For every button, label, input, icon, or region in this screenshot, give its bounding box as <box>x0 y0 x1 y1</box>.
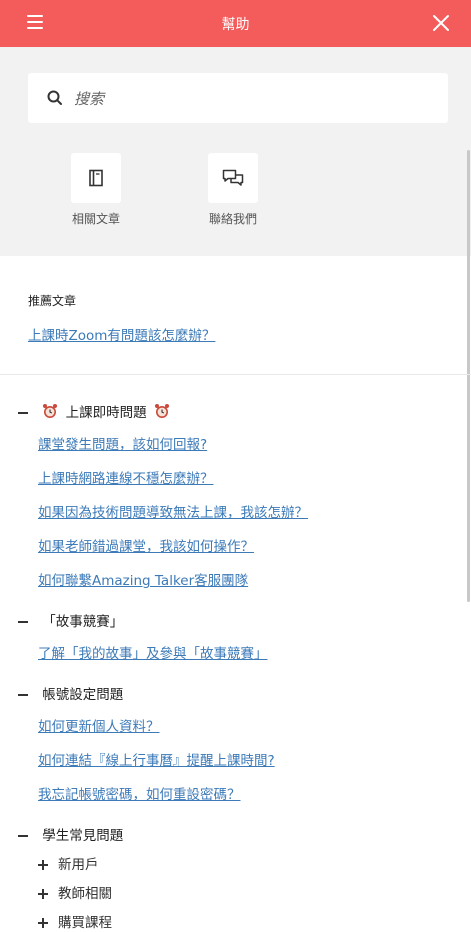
subsection-teachers[interactable]: 教師相關 <box>38 882 112 902</box>
section-header-student-faq[interactable]: 學生常見問題 <box>18 824 123 844</box>
article-link[interactable]: 如果老師錯過課堂，我該如何操作？ <box>38 535 254 555</box>
article-link[interactable]: 上課時網路連線不穩怎麼辦？ <box>38 467 214 487</box>
collapse-icon[interactable] <box>18 621 28 623</box>
section-header-live-class[interactable]: 上課即時問題 <box>18 401 170 421</box>
subsection-title: 教師相關 <box>58 886 112 902</box>
book-icon <box>89 169 103 187</box>
section-title: 帳號設定問題 <box>42 687 124 703</box>
search-input[interactable] <box>72 85 436 113</box>
article-link[interactable]: 如何聯繫Amazing Talker客服團隊 <box>38 569 248 589</box>
related-articles-button[interactable] <box>71 153 121 203</box>
alarm-clock-icon <box>43 404 58 418</box>
expand-icon[interactable] <box>38 889 48 899</box>
search-box[interactable] <box>28 73 448 123</box>
search-icon <box>47 90 62 105</box>
article-link[interactable]: 如何連結『線上行事曆』提醒上課時間? <box>38 749 275 769</box>
expand-icon[interactable] <box>38 860 48 870</box>
recommended-link[interactable]: 上課時Zoom有問題該怎麼辦？ <box>28 324 215 344</box>
subsection-new-users[interactable]: 新用戶 <box>38 853 99 873</box>
section-header-story-contest[interactable]: 「故事競賽」 <box>18 610 123 630</box>
close-icon[interactable] <box>432 14 450 32</box>
subsection-title: 新用戶 <box>58 857 99 873</box>
section-title: 上課即時問題 <box>65 405 147 421</box>
section-title: 學生常見問題 <box>42 828 124 844</box>
divider <box>0 374 471 375</box>
contact-us-label: 聯絡我們 <box>208 212 257 226</box>
scrollbar[interactable] <box>467 150 470 602</box>
article-link[interactable]: 我忘記帳號密碼，如何重設密碼？ <box>38 783 241 803</box>
related-articles-label: 相關文章 <box>71 212 120 226</box>
contact-us-button[interactable] <box>208 153 258 203</box>
expand-icon[interactable] <box>38 918 48 928</box>
chat-bubbles-icon <box>222 169 244 186</box>
subsection-purchase[interactable]: 購買課程 <box>38 911 112 931</box>
article-link[interactable]: 如何更新個人資料？ <box>38 715 160 735</box>
recommended-title: 推薦文章 <box>28 294 77 308</box>
collapse-icon[interactable] <box>18 412 28 414</box>
header-bar: 幫助 <box>0 0 471 47</box>
search-panel: 相關文章 聯絡我們 <box>0 47 471 256</box>
alarm-clock-icon <box>154 404 169 418</box>
page-title: 幫助 <box>221 17 250 33</box>
collapse-icon[interactable] <box>18 694 28 696</box>
article-link[interactable]: 如果因為技術問題導致無法上課，我該怎辦？ <box>38 501 308 521</box>
section-header-account-settings[interactable]: 帳號設定問題 <box>18 683 123 703</box>
subsection-title: 購買課程 <box>58 915 112 931</box>
collapse-icon[interactable] <box>18 835 28 837</box>
article-link[interactable]: 課堂發生問題，該如何回報? <box>38 433 207 453</box>
section-title: 「故事競賽」 <box>42 614 124 630</box>
article-link[interactable]: 了解「我的故事」及參與「故事競賽」 <box>38 642 268 662</box>
